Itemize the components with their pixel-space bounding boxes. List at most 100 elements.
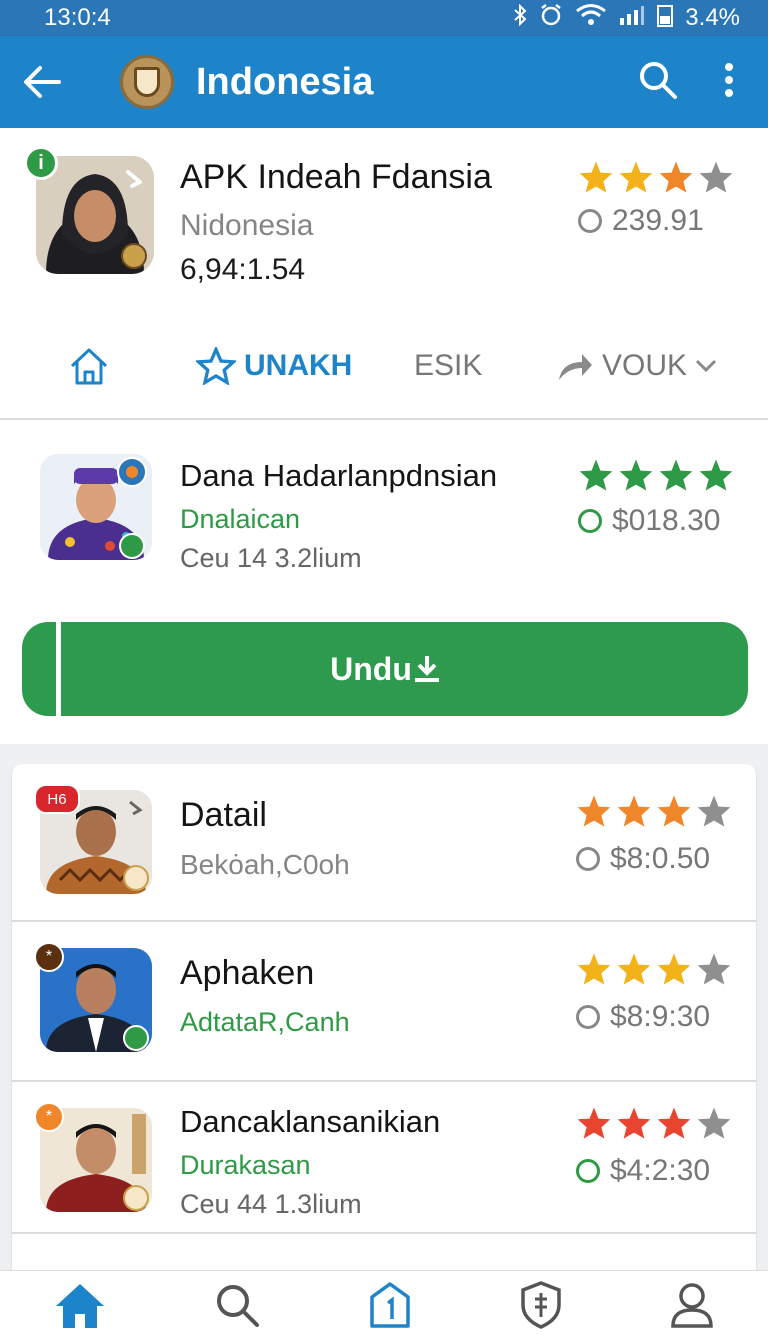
list-item-badge: H6 (34, 784, 80, 814)
tab-home[interactable] (68, 346, 110, 386)
list-item-badge: * (34, 942, 64, 972)
highlight-app-section: Dana Hadarlanpdnsian Dnalaican Ceu 14 3.… (0, 420, 768, 744)
star-empty-icon (697, 795, 731, 827)
battery-percent: 3.4% (685, 4, 740, 31)
list-item-stars (576, 794, 732, 828)
list-item-subtitle: Durakasan (180, 1150, 311, 1180)
highlight-price: $018.30 (578, 504, 734, 538)
nav-home[interactable] (54, 1282, 106, 1333)
nav-profile[interactable] (670, 1282, 714, 1333)
app-bar: Indonesia (0, 36, 768, 128)
app-list: H6 Datail Bekȯah,C0oh $8:0.50 * Aphaken … (12, 764, 756, 1270)
list-item-title: Datail (180, 796, 267, 834)
highlight-app-icon[interactable] (40, 454, 152, 560)
arrow-left-icon (24, 66, 61, 98)
highlight-rating-stars (578, 458, 734, 492)
featured-app-card: i APK Indeah Fdansia Nidonesia 6,94:1.54… (0, 128, 768, 420)
list-item[interactable]: H6 Datail Bekȯah,C0oh $8:0.50 (12, 764, 756, 922)
status-time: 13:0:4 (44, 4, 111, 31)
circle-icon (578, 209, 602, 233)
signal-icon (619, 4, 645, 33)
featured-rating-count: 239.91 (578, 204, 734, 238)
star-icon (659, 161, 693, 193)
featured-app-subtitle: Nidonesia (180, 209, 314, 242)
tab-favorites[interactable]: UNAKH (196, 347, 352, 385)
circle-icon (578, 509, 602, 533)
more-vert-icon (725, 62, 733, 97)
star-icon (699, 459, 733, 491)
star-icon (579, 459, 613, 491)
star-empty-icon (697, 953, 731, 985)
nav-search[interactable] (214, 1282, 260, 1333)
bottom-navigation (0, 1270, 768, 1344)
search-button[interactable] (638, 60, 678, 105)
tab-share[interactable]: VOUK (556, 349, 717, 383)
shield-icon (521, 1281, 561, 1329)
list-item-stars (576, 1106, 732, 1140)
list-item-subtitle: Bekȯah,C0oh (180, 849, 350, 880)
star-icon (657, 795, 691, 827)
nav-updates[interactable] (368, 1281, 412, 1334)
star-icon (617, 1107, 651, 1139)
page-title: Indonesia (196, 60, 374, 103)
download-button[interactable]: Undu (22, 622, 748, 716)
list-item-price: $8:9:30 (576, 1000, 710, 1034)
home-icon (56, 1284, 104, 1328)
share-icon (559, 354, 592, 380)
highlight-app-title: Dana Hadarlanpdnsian (180, 458, 498, 493)
status-bar: 13:0:4 3.4% (0, 0, 768, 36)
info-badge: i (24, 146, 58, 180)
circle-icon (576, 1159, 600, 1183)
circle-icon (576, 1005, 600, 1029)
star-icon (657, 953, 691, 985)
star-icon (577, 1107, 611, 1139)
download-button-label: Undu (330, 650, 412, 687)
star-icon (619, 161, 653, 193)
tab-bar: UNAKH ESIK VOUK (0, 318, 768, 414)
nav-security[interactable] (520, 1281, 562, 1334)
list-item-stars (576, 952, 732, 986)
app-logo (120, 55, 174, 109)
search-icon (640, 61, 677, 99)
highlight-app-meta: Ceu 14 3.2lium (180, 543, 362, 573)
star-icon (659, 459, 693, 491)
star-empty-icon (699, 161, 733, 193)
star-icon (619, 459, 653, 491)
overflow-menu-button[interactable] (724, 62, 734, 103)
tab-favorites-label: UNAKH (244, 349, 353, 382)
star-icon (617, 953, 651, 985)
search-icon (217, 1285, 259, 1327)
profile-icon (671, 1283, 713, 1328)
home-icon (70, 348, 108, 385)
star-icon (577, 953, 611, 985)
alarm-icon (539, 3, 563, 34)
wifi-icon (575, 3, 607, 34)
list-item[interactable]: * Aphaken AdtataR,Canh $8:9:30 (12, 922, 756, 1082)
tab-share-label: VOUK (602, 349, 688, 382)
download-icon (414, 656, 439, 682)
list-item[interactable]: * Dancaklansanikian Durakasan Ceu 44 1.3… (12, 1082, 756, 1234)
chevron-down-icon (695, 359, 717, 373)
featured-app-meta: 6,94:1.54 (180, 253, 306, 286)
back-button[interactable] (0, 36, 84, 128)
circle-icon (576, 847, 600, 871)
updates-icon (370, 1282, 410, 1328)
bluetooth-icon (513, 3, 527, 33)
list-item-title: Dancaklansanikian (180, 1104, 441, 1139)
list-item-price: $4:2:30 (576, 1154, 710, 1188)
list-item-badge: * (34, 1102, 64, 1132)
star-icon (579, 161, 613, 193)
star-icon (577, 795, 611, 827)
star-outline-icon (196, 347, 236, 385)
featured-rating-stars (578, 160, 734, 194)
list-item-meta: Ceu 44 1.3lium (180, 1189, 362, 1219)
highlight-app-developer: Dnalaican (180, 504, 301, 534)
list-item-subtitle: AdtataR,Canh (180, 1007, 350, 1037)
featured-app-title: APK Indeah Fdansia (180, 158, 492, 196)
tab-esik-label: ESIK (414, 349, 483, 382)
star-icon (617, 795, 651, 827)
list-item-title: Aphaken (180, 954, 315, 992)
tab-esik[interactable]: ESIK (414, 349, 482, 383)
star-icon (657, 1107, 691, 1139)
star-empty-icon (697, 1107, 731, 1139)
